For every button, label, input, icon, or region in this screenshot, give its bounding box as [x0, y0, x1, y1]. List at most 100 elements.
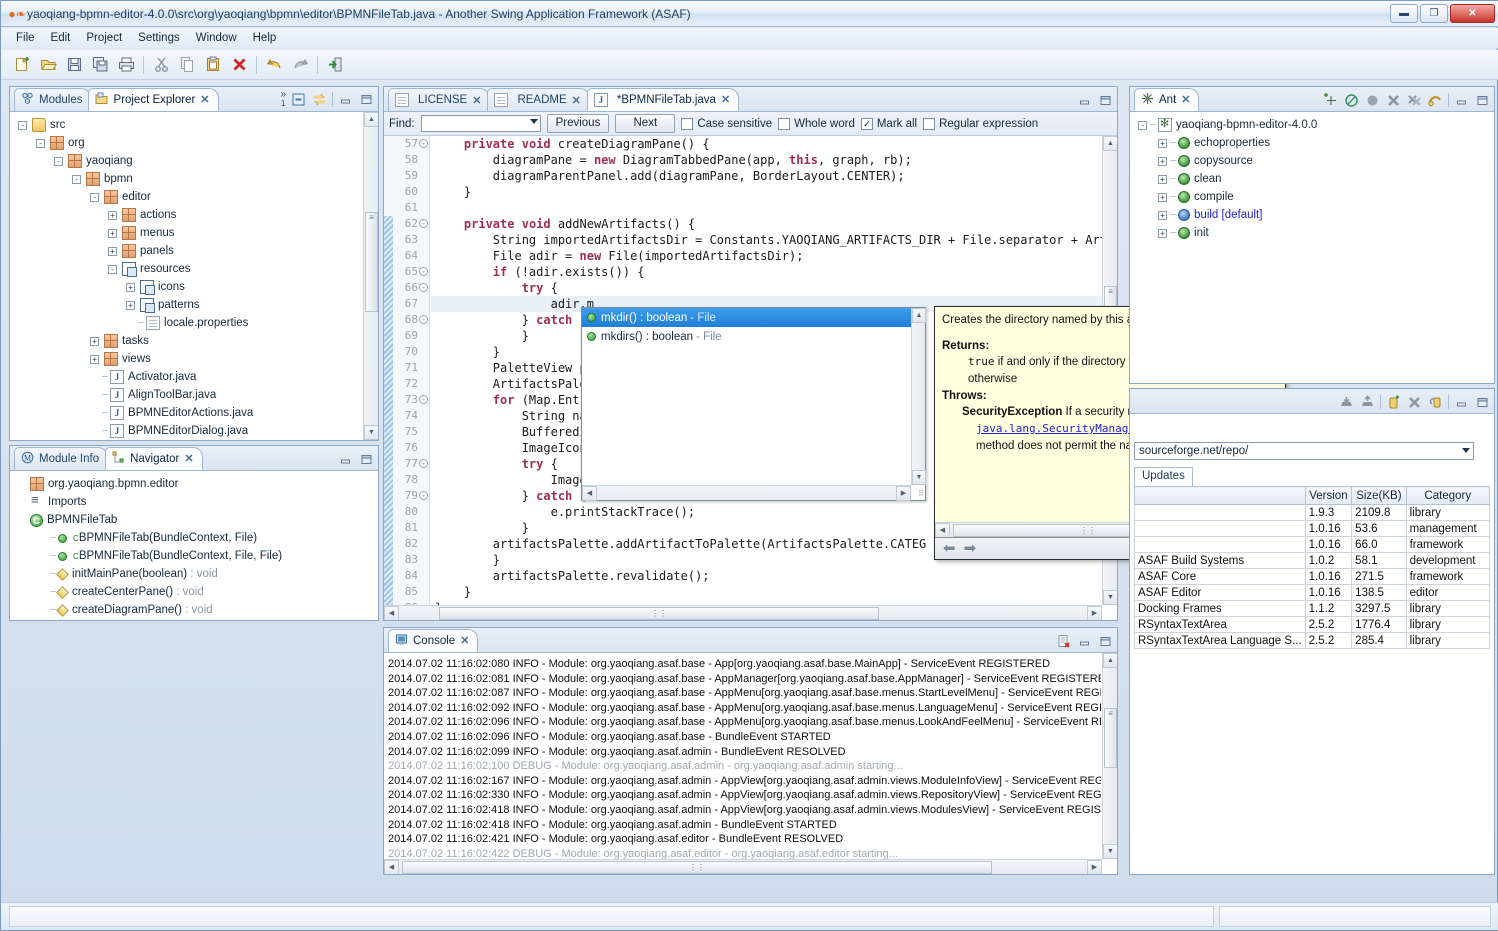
minimize-icon[interactable] [1076, 633, 1093, 649]
tree-toggle[interactable]: - [36, 138, 45, 148]
print-icon[interactable] [113, 53, 139, 77]
console-hscrollbar[interactable]: ◀ ⋮⋮ ▶ [384, 859, 1102, 874]
maximize-icon[interactable] [1097, 633, 1114, 649]
tab-readme[interactable]: README ✕ [487, 88, 590, 111]
close-icon[interactable]: ✕ [721, 93, 730, 106]
tree-item-editor[interactable]: - editor [10, 188, 378, 206]
tab-bpmnfiletab-java[interactable]: J *BPMNFileTab.java ✕ [586, 88, 740, 111]
autocomplete-vscrollbar[interactable]: ▲ ▼ [911, 308, 926, 485]
code-fold-toggle[interactable]: - [419, 219, 428, 228]
navigator-item[interactable]: +┄addNewArtifacts() : void [10, 619, 378, 620]
link-with-editor-icon[interactable] [311, 91, 328, 107]
mark-all-option[interactable]: ✓ Mark all [860, 117, 917, 130]
menu-help[interactable]: Help [246, 30, 284, 46]
repository-table-wrap[interactable]: Version Size(KB) Category 1.9.3 2109.8 lib… [1134, 486, 1491, 870]
tree-toggle[interactable]: + [108, 210, 117, 220]
maximize-window-button[interactable]: ❐ [1420, 4, 1448, 23]
tree-toggle[interactable]: + [126, 300, 135, 310]
minimize-icon[interactable] [337, 451, 354, 467]
code-line[interactable]: private void addNewArtifacts() { [431, 216, 1117, 232]
tree-toggle[interactable]: - [54, 156, 63, 166]
tree-toggle[interactable]: + [1158, 174, 1167, 184]
code-line[interactable] [431, 200, 1117, 216]
maximize-icon[interactable] [1097, 92, 1114, 108]
scroll-right-arrow-icon[interactable]: ▶ [896, 486, 911, 501]
autocomplete-popup[interactable]: mkdir() : boolean - File mkdirs() : boole… [581, 307, 926, 501]
tree-toggle[interactable]: + [1158, 228, 1167, 238]
tab-navigator[interactable]: Navigator ✕ [105, 447, 203, 470]
redo-icon[interactable] [287, 53, 313, 77]
autocomplete-hscrollbar[interactable]: ◀ ▶ [582, 485, 911, 501]
close-icon[interactable]: ✕ [200, 93, 209, 106]
code-line[interactable]: try { [431, 280, 1117, 296]
navigator-item[interactable]: ┄ createCenterPane() : void [10, 583, 378, 601]
tree-item-org[interactable]: - org [10, 134, 378, 152]
tree-item-bpmneditoractions-java[interactable]: ┄ J BPMNEditorActions.java [10, 404, 378, 422]
tree-toggle[interactable]: - [90, 192, 99, 202]
remove-all-icon[interactable] [1406, 92, 1423, 108]
tree-item-activator-java[interactable]: ┄ J Activator.java [10, 368, 378, 386]
maximize-icon[interactable] [358, 451, 375, 467]
tab-console[interactable]: Console ✕ [388, 629, 479, 652]
whole-word-option[interactable]: Whole word [778, 117, 855, 130]
scroll-left-arrow-icon[interactable]: ◀ [582, 486, 597, 501]
tab-modules[interactable]: Modules [14, 88, 92, 111]
tree-toggle[interactable]: + [108, 246, 117, 256]
maximize-icon[interactable] [1474, 394, 1491, 410]
stop-icon[interactable] [1364, 92, 1381, 108]
table-row[interactable]: ASAF Build Systems 1.0.2 58.1 development [1134, 552, 1491, 569]
case-sensitive-option[interactable]: Case sensitive [681, 117, 772, 130]
tree-item-tasks[interactable]: + tasks [10, 332, 378, 350]
project-tree[interactable]: - src - org - yaoqiang - bpmn - editor + actions + me… [10, 112, 378, 440]
tree-toggle[interactable]: + [108, 228, 117, 238]
scrollbar-thumb[interactable]: ⋮⋮ [402, 861, 992, 874]
tree-item-src[interactable]: - src [10, 116, 378, 134]
copy-icon[interactable] [174, 53, 200, 77]
column-header-size[interactable]: Size(KB) [1351, 486, 1407, 505]
case-sensitive-checkbox[interactable] [681, 117, 694, 130]
cut-icon[interactable] [148, 53, 174, 77]
collapse-all-icon[interactable] [290, 91, 307, 107]
ant-tree-item[interactable]: + ┄ compile [1130, 188, 1494, 206]
ant-tree-item[interactable]: + ┄ copysource [1130, 152, 1494, 170]
whole-word-checkbox[interactable] [778, 117, 791, 130]
ant-tree-item[interactable]: + ┄ build [default] [1130, 206, 1494, 224]
scroll-up-arrow-icon[interactable]: ▲ [1103, 136, 1117, 151]
uninstall-icon[interactable] [1359, 394, 1376, 410]
ant-tree-item[interactable]: -┄ yaoqiang-bpmn-editor-4.0.0 [1130, 116, 1494, 134]
tree-item-yaoqiang[interactable]: - yaoqiang [10, 152, 378, 170]
menu-window[interactable]: Window [189, 30, 244, 46]
table-row[interactable]: RSyntaxTextArea 2.5.2 1776.4 library [1134, 616, 1491, 633]
undo-icon[interactable] [261, 53, 287, 77]
scroll-down-arrow-icon[interactable]: ▼ [364, 425, 378, 440]
menu-settings[interactable]: Settings [131, 30, 187, 46]
tab-project-explorer[interactable]: Project Explorer ✕ [88, 88, 219, 111]
table-row[interactable]: RSyntaxTextArea Language S... 2.5.2 285.4 l… [1134, 632, 1491, 649]
remove-icon[interactable] [1343, 92, 1360, 108]
close-icon[interactable]: ✕ [184, 452, 193, 465]
navigator-item[interactable]: org.yaoqiang.bpmn.editor [10, 475, 378, 493]
tree-toggle[interactable]: + [90, 336, 99, 346]
save-icon[interactable] [61, 53, 87, 77]
overflow-indicator[interactable]: » 1 [280, 90, 286, 109]
tab-updates[interactable]: Updates [1134, 467, 1193, 486]
regular-expression-checkbox[interactable] [923, 117, 936, 130]
navigator-item[interactable]: C BPMNFileTab [10, 511, 378, 529]
tree-item-actions[interactable]: + actions [10, 206, 378, 224]
code-line[interactable]: diagramPane = new DiagramTabbedPane(app,… [431, 152, 1117, 168]
mark-all-checkbox[interactable]: ✓ [860, 117, 873, 130]
scroll-down-arrow-icon[interactable]: ▼ [1103, 844, 1117, 859]
table-row[interactable]: Docking Frames 1.1.2 3297.5 library [1134, 600, 1491, 617]
code-fold-toggle[interactable]: - [419, 395, 428, 404]
find-next-button[interactable]: Next [615, 114, 676, 133]
scroll-left-arrow-icon[interactable]: ◀ [384, 606, 399, 620]
chevron-down-icon[interactable] [1462, 448, 1470, 453]
scroll-up-arrow-icon[interactable]: ▲ [1103, 653, 1117, 668]
autocomplete-item[interactable]: mkdirs() : boolean - File [582, 327, 925, 346]
table-row[interactable]: ASAF Editor 1.0.16 138.5 editor [1134, 584, 1491, 601]
table-row[interactable]: 1.0.16 53.6 management [1134, 520, 1491, 537]
find-previous-button[interactable]: Previous [546, 114, 610, 133]
navigator-tree[interactable]: org.yaoqiang.bpmn.editor Imports C BPMNFile… [10, 471, 378, 620]
column-header-version[interactable]: Version [1304, 486, 1353, 505]
navigator-item[interactable]: ┄ initMainPane(boolean) : void [10, 565, 378, 583]
